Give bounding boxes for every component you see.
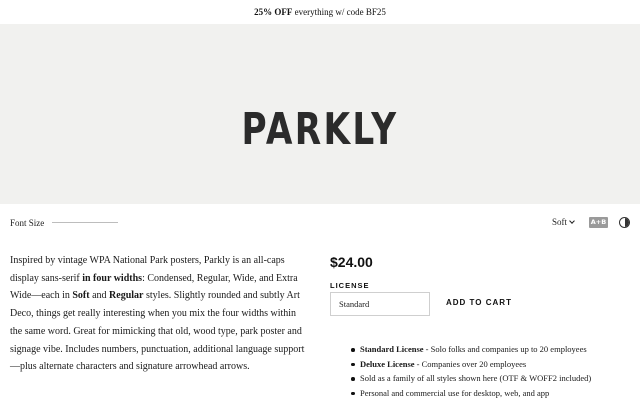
list-item: Personal and commercial use for desktop,… bbox=[348, 386, 638, 400]
preview-controls: Font Size Soft A+B bbox=[0, 204, 640, 242]
promo-text: everything w/ code BF25 bbox=[292, 7, 386, 17]
description-bold: Regular bbox=[109, 290, 144, 302]
list-item: Sold as a family of all styles shown her… bbox=[348, 371, 638, 386]
description-text: and bbox=[89, 290, 110, 302]
license-label: LICENSE bbox=[330, 281, 370, 290]
font-preview-title: PARKLY bbox=[241, 104, 399, 155]
style-dropdown[interactable]: Soft bbox=[552, 217, 575, 227]
license-features-list: Standard License - Solo folks and compan… bbox=[348, 342, 638, 400]
font-size-slider[interactable] bbox=[52, 222, 118, 223]
feature-text: Sold as a family of all styles shown her… bbox=[360, 373, 592, 384]
price: $24.00 bbox=[330, 254, 373, 270]
feature-bold: Standard License bbox=[360, 344, 424, 354]
promo-discount: 25% OFF bbox=[254, 7, 293, 17]
feature-text: - Companies over 20 employees bbox=[414, 358, 527, 369]
chevron-down-icon bbox=[569, 218, 575, 224]
font-size-label: Font Size bbox=[10, 218, 45, 228]
contrast-toggle-icon[interactable] bbox=[619, 217, 630, 228]
promo-banner: 25% OFF everything w/ code BF25 bbox=[0, 0, 640, 24]
description-bold: in four widths bbox=[82, 272, 143, 284]
description-text: styles. Slightly rounded and subtly Art … bbox=[10, 290, 305, 373]
license-dropdown[interactable]: Standard bbox=[330, 292, 430, 316]
description-bold: Soft bbox=[72, 290, 90, 302]
font-description: Inspired by vintage WPA National Park po… bbox=[10, 252, 306, 376]
feature-bold: Deluxe License bbox=[360, 358, 415, 369]
feature-text: - Solo folks and companies up to 20 empl… bbox=[423, 344, 587, 354]
list-item: Standard License - Solo folks and compan… bbox=[348, 342, 638, 357]
list-item: Deluxe License - Companies over 20 emplo… bbox=[348, 357, 638, 372]
add-to-cart-button[interactable]: ADD TO CART bbox=[446, 298, 512, 307]
ab-compare-button[interactable]: A+B bbox=[589, 217, 608, 228]
feature-text: Personal and commercial use for desktop,… bbox=[360, 387, 550, 398]
style-dropdown-value: Soft bbox=[552, 217, 568, 227]
font-preview-hero: PARKLY bbox=[0, 24, 640, 204]
